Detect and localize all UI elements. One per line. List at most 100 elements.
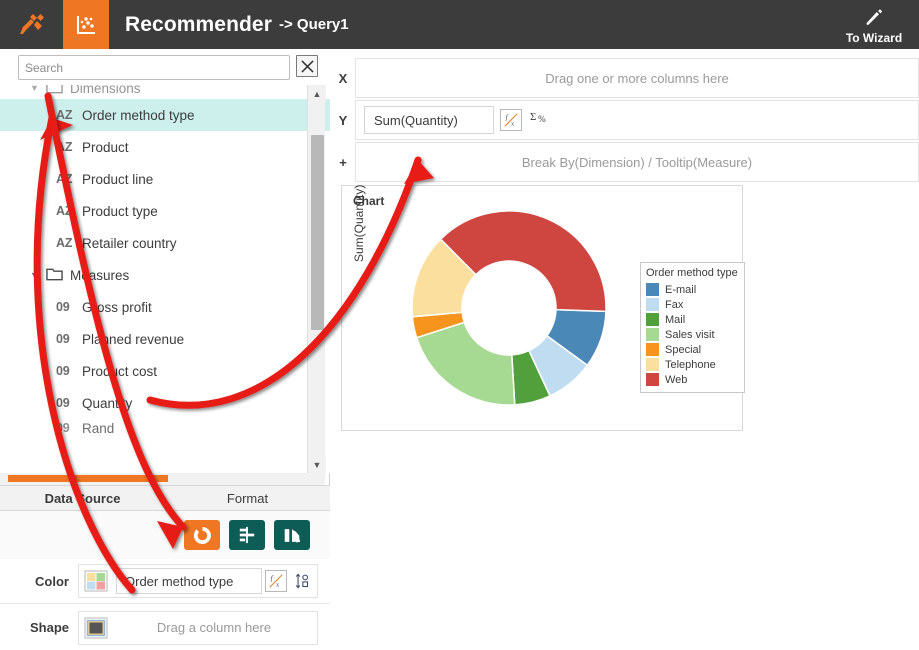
sort-order-icon — [295, 573, 308, 589]
page-title: Recommender -> Query1 — [109, 0, 829, 49]
app-header: Recommender -> Query1 To Wizard — [0, 0, 919, 49]
legend-label: Web — [665, 373, 688, 386]
legend-label: Sales visit — [665, 328, 715, 341]
shelf-breakby-dropzone[interactable]: Break By(Dimension) / Tooltip(Measure) — [355, 142, 919, 182]
shelf-y-dropzone[interactable]: Sum(Quantity) f x Σ % — [355, 100, 919, 140]
legend-item[interactable]: Web — [646, 372, 738, 387]
shelf-y-fx-button[interactable]: f x — [500, 109, 522, 131]
legend-item[interactable]: Mail — [646, 312, 738, 327]
tree-item-retailer-country[interactable]: AZ Retailer country — [0, 227, 330, 259]
legend-item[interactable]: Special — [646, 342, 738, 357]
legend-swatch — [646, 343, 659, 356]
svg-text:x: x — [276, 581, 280, 588]
tree-item-label: Retailer country — [82, 235, 177, 251]
app-logo[interactable] — [0, 0, 63, 49]
to-wizard-button[interactable]: To Wizard — [829, 0, 919, 49]
shelf-x[interactable]: X Drag one or more columns here — [331, 57, 919, 99]
color-sort-button[interactable] — [292, 573, 312, 589]
field-tree[interactable]: ▼ Dimensions AZ Order method type AZ Product A… — [0, 85, 330, 473]
fx-icon: f x — [269, 574, 283, 588]
chart-type-toolbar — [0, 511, 330, 559]
chevron-down-icon[interactable]: ▼ — [30, 85, 46, 93]
horizontal-scroll-thumb[interactable] — [8, 475, 168, 482]
to-wizard-label: To Wizard — [845, 31, 903, 45]
legend-item[interactable]: Fax — [646, 297, 738, 312]
shape-encoding-box[interactable]: Drag a column here — [78, 610, 318, 645]
tree-item-rand[interactable]: 09 Rand — [0, 419, 330, 437]
chevron-down-icon[interactable]: ▼ — [30, 270, 46, 280]
tree-item-order-method-type[interactable]: AZ Order method type — [0, 99, 330, 131]
tree-item-dimensions[interactable]: ▼ Dimensions — [0, 85, 330, 99]
legend-item[interactable]: Telephone — [646, 357, 738, 372]
tree-horizontal-scrollbar[interactable] — [0, 473, 325, 485]
donut-chart[interactable] — [394, 198, 624, 423]
tree-item-quantity[interactable]: 09 Quantity — [0, 387, 330, 419]
legend-swatch — [646, 373, 659, 386]
shelf-breakby[interactable]: + Break By(Dimension) / Tooltip(Measure) — [331, 141, 919, 183]
tree-item-label: Quantity — [82, 395, 133, 411]
color-palette-icon — [84, 570, 108, 592]
donut-slice[interactable] — [439, 210, 607, 313]
tree-item-planned-revenue[interactable]: 09 Planned revenue — [0, 323, 330, 355]
folder-icon — [46, 267, 70, 284]
shelf-y-pill[interactable]: Sum(Quantity) — [364, 106, 494, 134]
color-fx-button[interactable]: f x — [265, 570, 287, 592]
close-box-icon — [300, 59, 314, 73]
scroll-down-button[interactable]: ▼ — [308, 456, 326, 473]
chart-y-axis-label: Sum(Quantity) — [352, 184, 366, 262]
shape-encoding-row[interactable]: Shape Drag a column here — [0, 605, 330, 650]
tree-item-product-line[interactable]: AZ Product line — [0, 163, 330, 195]
legend-swatch — [646, 328, 659, 341]
clear-search-button[interactable] — [296, 55, 318, 77]
tree-item-label: Gross profit — [82, 299, 152, 315]
vertical-scroll-thumb[interactable] — [311, 135, 324, 330]
donut-chart-button[interactable] — [184, 520, 220, 550]
bar-chart-button[interactable] — [229, 520, 265, 550]
swap-rotate-icon — [284, 528, 301, 542]
color-field-value[interactable]: Order method type — [116, 568, 262, 594]
shelf-y[interactable]: Y Sum(Quantity) f x Σ % — [331, 99, 919, 141]
legend-item[interactable]: Sales visit — [646, 327, 738, 342]
tree-item-label: Dimensions — [70, 85, 141, 96]
search-input[interactable] — [18, 55, 290, 80]
shape-square-icon — [84, 617, 108, 639]
tree-item-measures[interactable]: ▼ Measures — [0, 259, 330, 291]
shelf-x-dropzone[interactable]: Drag one or more columns here — [355, 58, 919, 98]
shape-encoding-label: Shape — [29, 620, 69, 635]
chart-panel[interactable]: Chart Sum(Quantity) Order method type E-… — [341, 184, 745, 431]
shape-field-placeholder[interactable]: Drag a column here — [116, 614, 312, 641]
legend-label: Telephone — [665, 358, 716, 371]
tree-vertical-scrollbar[interactable]: ▲ ▼ — [307, 85, 326, 473]
chart-tab[interactable] — [63, 0, 109, 49]
color-encoding-box[interactable]: Order method type f x — [78, 564, 318, 598]
scroll-up-button[interactable]: ▲ — [308, 85, 326, 102]
shelf-y-sigma-button[interactable]: Σ % — [530, 109, 550, 131]
chart-legend[interactable]: Order method type E-mail Fax Mail Sales vis… — [640, 262, 745, 393]
legend-item[interactable]: E-mail — [646, 282, 738, 297]
legend-swatch — [646, 298, 659, 311]
tree-item-label: Product type — [82, 203, 158, 219]
tab-data-source[interactable]: Data Source — [0, 486, 165, 510]
tree-item-product[interactable]: AZ Product — [0, 131, 330, 163]
donut-slice[interactable] — [415, 321, 516, 406]
tree-item-label: Product line — [82, 171, 154, 187]
color-encoding-label: Color — [35, 573, 69, 589]
swap-axes-button[interactable] — [274, 520, 310, 550]
tree-item-gross-profit[interactable]: 09 Gross profit — [0, 291, 330, 323]
svg-text:%: % — [538, 114, 546, 124]
legend-label: E-mail — [665, 283, 697, 296]
legend-label: Special — [665, 343, 702, 356]
number-type-icon: 09 — [56, 396, 70, 410]
tree-item-product-cost[interactable]: 09 Product cost — [0, 355, 330, 387]
tab-format[interactable]: Format — [165, 486, 330, 510]
tree-item-product-type[interactable]: AZ Product type — [0, 195, 330, 227]
tree-item-label: Planned revenue — [82, 331, 185, 347]
color-encoding-row[interactable]: Color Order method type f x — [0, 559, 330, 604]
panel-tabs[interactable]: Data Source Format — [0, 485, 330, 511]
legend-label: Fax — [665, 298, 684, 311]
text-type-icon: AZ — [56, 236, 73, 250]
number-type-icon: 09 — [56, 421, 70, 435]
tree-item-label: Measures — [70, 267, 130, 283]
search-row — [0, 49, 330, 85]
number-type-icon: 09 — [56, 332, 70, 346]
